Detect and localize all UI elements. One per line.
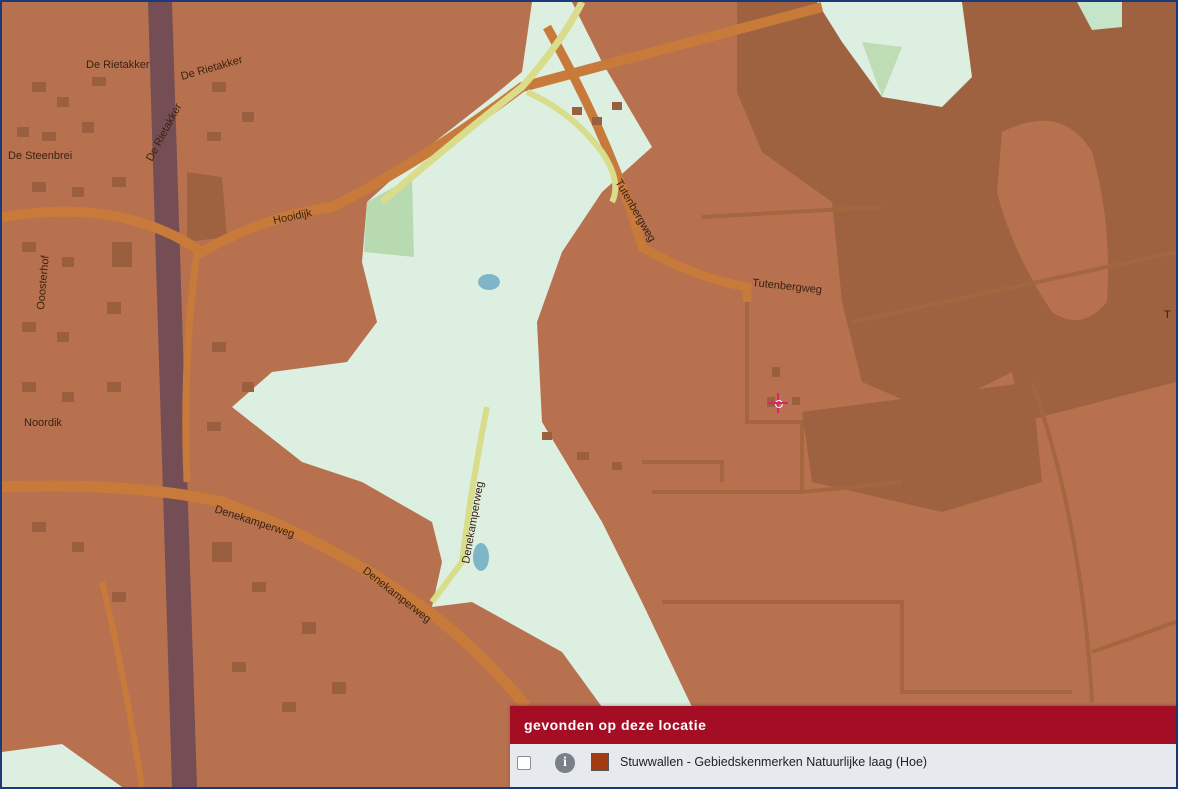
dark-zone-west xyxy=(187,172,227,242)
panel-title: gevonden op deze locatie xyxy=(510,706,1176,744)
marker-dot xyxy=(775,400,783,408)
street-label: De Steenbrei xyxy=(8,150,72,162)
map-frame: De Rietakker De Rietakker De Rietakker D… xyxy=(0,0,1178,789)
layer-checkbox[interactable] xyxy=(517,756,531,770)
info-icon[interactable]: i xyxy=(555,753,575,773)
results-panel: gevonden op deze locatie i Stuwwallen - … xyxy=(510,706,1176,787)
street-label: Noordik xyxy=(24,417,62,429)
legend-swatch xyxy=(591,753,609,771)
street-label: De Rietakker xyxy=(86,59,150,71)
pond-north xyxy=(478,274,500,290)
pond-south xyxy=(473,543,489,571)
layer-label: Stuwwallen - Gebiedskenmerken Natuurlijk… xyxy=(620,755,928,769)
street-label: T xyxy=(1164,309,1171,321)
layer-result-row[interactable]: i Stuwwallen - Gebiedskenmerken Natuurli… xyxy=(510,744,1176,782)
location-crosshair-icon[interactable] xyxy=(768,393,788,413)
map-canvas[interactable]: De Rietakker De Rietakker De Rietakker D… xyxy=(2,2,1176,787)
